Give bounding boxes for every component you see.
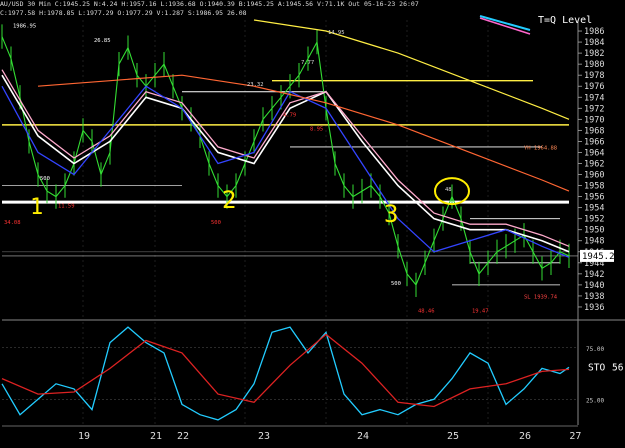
price-tick-label: 1962 [584,159,604,169]
time-tick-label: 19 [78,431,90,442]
price-tick-label: 1978 [584,71,604,81]
yellow_line-line [253,19,570,120]
time-tick-label: 27 [569,431,581,442]
price-tick-label: 1940 [584,281,604,291]
stoch_slow-line [1,333,570,408]
tq-swatch-line [479,15,531,31]
price-tick-label: 1980 [584,60,604,70]
swing-label: 19.47 [472,308,489,314]
chart-window: AU/USD 30 Min C:1945.25 N:4.24 H:1957.16… [0,0,625,448]
stoch-value: 56 [612,362,624,373]
price-line [1,36,570,286]
price-tick-label: 1968 [584,126,604,136]
stoch-series: STO 56 [1,326,624,421]
price-tick-label: 1986 [584,27,604,37]
hand-label-3: 3 [384,200,398,228]
price-tick-label: 1958 [584,182,604,192]
yh-label: YH 1964.88 [524,146,557,152]
price-tick-label: 1954 [584,204,604,214]
stoch_fast-line [1,326,570,421]
time-axis: 19 21 22 23 24 25 26 27 [2,425,581,442]
swing-label: 500 [40,176,50,182]
price-tick-label: 1976 [584,82,604,92]
sl-label: SL 1939.74 [524,295,558,301]
price-series [1,19,570,298]
swing-label: 7.77 [301,60,314,66]
hand-label-2: 2 [222,186,236,214]
annotation-labels: T=Q Level 1 2 3 1986.95 26.85 14.95 7.77 23.32 4.… [4,15,592,314]
swing-label: 500 [211,220,221,226]
price-axis: 1936193819401942194419461948195019521954… [578,27,620,313]
swing-label: 4.79 [283,113,296,119]
time-tick-label: 25 [447,431,459,442]
price-tick-label: 1942 [584,270,604,280]
price-tick-label: 1974 [584,93,604,103]
price-tick-label: 1952 [584,215,604,225]
swing-label: 26.85 [94,38,111,44]
swing-label: 1986.95 [13,24,36,30]
price-tick-label: 1982 [584,49,604,59]
price-tick-label: 1984 [584,38,604,48]
price-tick-label: 1950 [584,226,604,236]
current-price-label: 1945.25 [582,252,620,262]
swing-label: 34.08 [4,220,21,226]
price-tick-label: 1948 [584,237,604,247]
swing-label: 500 [391,281,401,287]
swing-label: 14.95 [328,30,345,36]
price-tick-label: 1970 [584,115,604,125]
white_ma-line [1,74,570,253]
stoch-label: STO [588,362,605,373]
swing-label: 48 [445,187,452,193]
price-tick-label: 1938 [584,292,604,302]
price-tick-label: 1960 [584,171,604,181]
swing-label: 23.32 [247,82,264,88]
price-tick-label: 1936 [584,303,604,313]
stoch-tick-label: 75.00 [586,346,604,353]
price-tick-label: 1966 [584,137,604,147]
swing-label: 48.46 [418,308,435,314]
swing-label: 8.95 [310,126,323,132]
tq-swatch-line [479,17,531,35]
chart-canvas[interactable]: 1936193819401942194419461948195019521954… [0,0,625,448]
swing-label: 11.59 [58,204,75,210]
price-tick-label: 1956 [584,193,604,203]
hand-label-1: 1 [30,195,43,220]
price-tick-label: 1972 [584,104,604,114]
price-tick-label: 1964 [584,148,604,158]
tq-level-label: T=Q Level [538,15,592,26]
time-tick-label: 21 [150,431,162,442]
time-tick-label: 23 [258,431,270,442]
time-tick-label: 24 [357,431,369,442]
stoch-tick-label: 25.00 [586,397,604,404]
time-tick-label: 22 [177,431,189,442]
time-tick-label: 26 [519,431,531,442]
guide-lines [2,80,578,286]
